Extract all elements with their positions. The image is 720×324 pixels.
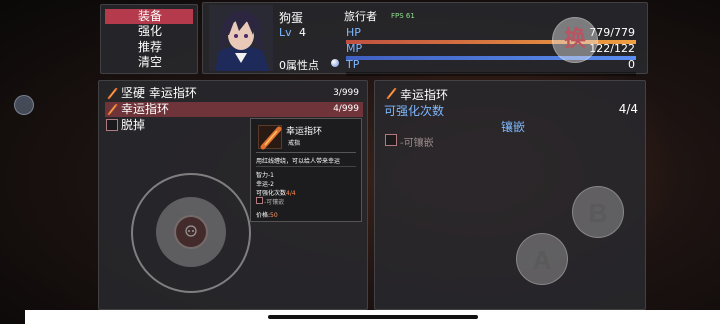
- a-button-label: A: [532, 245, 552, 275]
- tooltip-subtitle: 戒指: [288, 140, 301, 147]
- a-button[interactable]: A: [516, 233, 568, 285]
- skull-icon: [185, 225, 197, 237]
- socket-checkbox-label: -可镶嵌: [400, 138, 434, 149]
- character-portrait: [209, 5, 273, 71]
- tooltip-price-value: 50: [270, 212, 278, 219]
- tooltip-enhance: 可强化次数4/4: [256, 188, 296, 197]
- status-panel: 狗蛋 Lv 4 0属性点 旅行者 FPS 61 HP 779/779 MP 12…: [202, 2, 648, 76]
- home-indicator[interactable]: [268, 315, 478, 319]
- enhance-count-value: 4/4: [618, 102, 638, 116]
- tooltip-socket-label: -可镶嵌: [264, 199, 285, 206]
- job-label: 旅行者: [344, 10, 377, 23]
- attribute-gem-icon: [331, 59, 339, 67]
- item-quantity: 3/999: [333, 88, 359, 98]
- menu-item-recommend[interactable]: 推荐: [105, 40, 193, 55]
- tooltip-divider: [256, 166, 356, 167]
- tooltip-socket-checkbox: [256, 197, 263, 204]
- tooltip-enhance-value: 4/4: [286, 190, 296, 197]
- item-row-hard-lucky-ring[interactable]: 坚硬 幸运指环 3/999: [105, 86, 363, 101]
- enhance-count-label: 可强化次数: [384, 104, 445, 118]
- tooltip-enhance-label: 可强化次数: [256, 190, 287, 197]
- item-name: 坚硬 幸运指环: [121, 86, 197, 100]
- item-quantity: 4/999: [333, 104, 359, 114]
- b-button-label: B: [588, 198, 608, 228]
- tooltip-price-label: 价格:: [256, 212, 271, 219]
- menu-item-enhance[interactable]: 强化: [105, 24, 193, 39]
- menu-item-equip[interactable]: 装备: [105, 9, 193, 24]
- tooltip-title: 幸运指环: [286, 127, 323, 137]
- character-name: 狗蛋: [279, 11, 304, 25]
- fps-counter: FPS 61: [391, 12, 415, 20]
- level-label: Lv: [279, 26, 292, 39]
- mp-label: MP: [346, 42, 363, 55]
- hp-label: HP: [346, 26, 361, 39]
- item-name: 幸运指环: [121, 102, 170, 116]
- tp-bar: [346, 72, 636, 76]
- item-name: 脱掉: [121, 118, 146, 132]
- unequip-checkbox[interactable]: [106, 119, 118, 131]
- item-row-lucky-ring[interactable]: 幸运指环 4/999: [105, 102, 363, 117]
- mp-bar: [346, 56, 636, 60]
- level-value: 4: [299, 26, 306, 39]
- tooltip-price: 价格:50: [256, 210, 278, 219]
- ring-icon: [107, 88, 118, 99]
- socket-heading: 镶嵌: [501, 120, 526, 134]
- socket-checkbox[interactable]: [385, 134, 397, 146]
- tp-label: TP: [346, 58, 360, 71]
- menu-item-clear[interactable]: 清空: [105, 55, 193, 70]
- swap-label: 换: [563, 27, 586, 52]
- tooltip-description: 用红线缠绕，可以给人带来幸运: [256, 158, 341, 165]
- swap-button[interactable]: 换: [552, 17, 598, 63]
- tp-value: 0: [628, 58, 635, 71]
- tooltip-stat: 智力-1: [256, 172, 274, 179]
- ring-icon: [107, 104, 118, 115]
- system-overlay-button[interactable]: [14, 95, 34, 115]
- attribute-points: 0属性点: [279, 59, 319, 72]
- detail-title: 幸运指环: [400, 88, 449, 102]
- tooltip-stat: 幸运-2: [256, 181, 274, 188]
- tooltip-divider: [256, 152, 356, 153]
- ring-icon: [386, 88, 397, 99]
- ring-item-icon: [258, 125, 282, 150]
- virtual-joystick-knob[interactable]: [174, 215, 208, 249]
- command-menu: 装备 强化 推荐 清空: [100, 4, 198, 74]
- b-button[interactable]: B: [572, 186, 624, 238]
- item-tooltip: 幸运指环 戒指 用红线缠绕，可以给人带来幸运 智力-1 幸运-2 可强化次数4/…: [250, 118, 362, 222]
